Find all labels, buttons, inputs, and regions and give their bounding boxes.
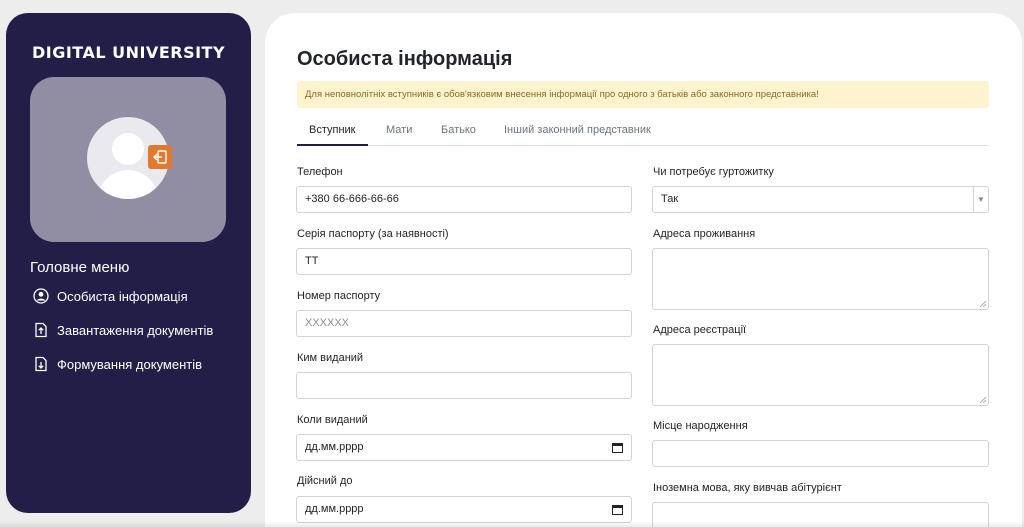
tab-father[interactable]: Батько: [441, 118, 476, 146]
registration-address-textarea[interactable]: [652, 344, 989, 406]
brand-logo[interactable]: DIGITAL UNIVERSITY: [6, 43, 251, 62]
foreign-language-label: Іноземна мова, яку вивчав абітурієнт: [653, 482, 842, 494]
minor-applicant-alert: Для неповнолітніх вступників є обов'язко…: [297, 81, 989, 108]
passport-number-label: Номер паспорту: [297, 290, 381, 302]
resize-handle-icon[interactable]: [979, 300, 986, 307]
main-menu-title: Головне меню: [30, 259, 130, 276]
date-placeholder: дд.мм.рррр: [305, 503, 364, 515]
residence-address-textarea[interactable]: [652, 248, 989, 310]
issued-date-label: Коли виданий: [297, 414, 368, 426]
user-circle-icon: [33, 288, 49, 304]
sidebar-item-upload-documents[interactable]: Завантаження документів: [33, 322, 213, 338]
main-panel: Особиста інформація Для неповнолітніх вс…: [265, 13, 1022, 527]
residence-address-label: Адреса проживання: [653, 228, 756, 240]
page-title: Особиста інформація: [297, 48, 513, 70]
registration-address-label: Адреса реєстрації: [653, 324, 747, 336]
valid-until-label: Дійсний до: [297, 475, 353, 487]
birthplace-label: Місце народження: [653, 420, 748, 432]
bottom-shadow: [0, 521, 1024, 527]
file-download-icon: [33, 356, 49, 372]
file-upload-icon: [33, 322, 49, 338]
issued-by-input[interactable]: [296, 372, 632, 399]
sidebar-item-label: Завантаження документів: [57, 322, 214, 338]
issued-by-label: Ким виданий: [297, 352, 364, 364]
date-placeholder: дд.мм.рррр: [305, 441, 364, 453]
passport-number-input[interactable]: XXXXXX: [296, 310, 632, 337]
passport-series-input[interactable]: ТТ: [296, 248, 632, 275]
sidebar-item-label: Формування документів: [57, 356, 203, 372]
tab-applicant[interactable]: Вступник: [297, 118, 368, 146]
resize-handle-icon[interactable]: [979, 396, 986, 403]
phone-input[interactable]: +380 66-666-66-66: [296, 186, 632, 213]
phone-label: Телефон: [297, 166, 343, 178]
calendar-icon[interactable]: [612, 504, 623, 515]
calendar-icon[interactable]: [612, 442, 623, 453]
tab-bar: Вступник Мати Батько Інший законний пред…: [297, 118, 989, 146]
birthplace-input[interactable]: [652, 440, 989, 467]
sidebar: DIGITAL UNIVERSITY Головне меню Особиста…: [6, 13, 251, 513]
sidebar-item-generate-documents[interactable]: Формування документів: [33, 356, 202, 372]
valid-until-input[interactable]: дд.мм.рррр: [296, 496, 632, 523]
tab-mother[interactable]: Мати: [386, 118, 412, 146]
sidebar-item-label: Особиста інформація: [57, 288, 188, 304]
sidebar-item-personal-info[interactable]: Особиста інформація: [33, 288, 188, 304]
logout-icon[interactable]: [148, 145, 172, 169]
dormitory-select[interactable]: Так ▼: [652, 186, 989, 213]
issued-date-input[interactable]: дд.мм.рррр: [296, 434, 632, 461]
passport-series-label: Серія паспорту (за наявності): [297, 228, 449, 240]
dormitory-label: Чи потребує гуртожитку: [653, 166, 774, 178]
tab-other-legal-representative[interactable]: Інший законний представник: [504, 118, 651, 146]
avatar-card: [30, 77, 226, 242]
dormitory-selected-value: Так: [661, 193, 679, 205]
chevron-down-icon[interactable]: ▼: [973, 187, 988, 212]
